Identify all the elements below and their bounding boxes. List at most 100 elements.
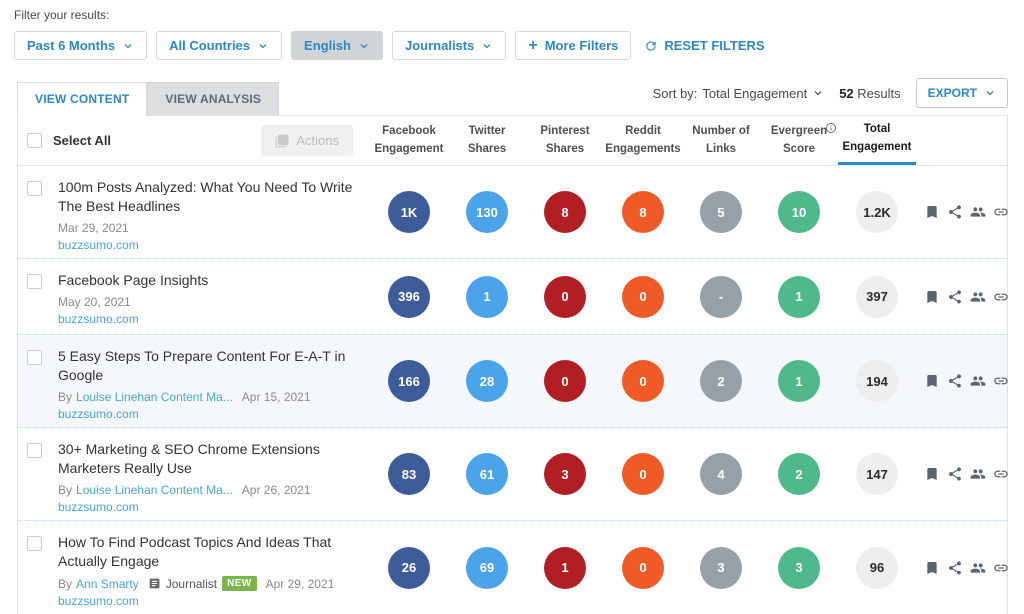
result-title[interactable]: 5 Easy Steps To Prepare Content For E-A-… — [58, 347, 358, 385]
reset-filters-label: RESET FILTERS — [664, 38, 764, 53]
link-icon[interactable] — [993, 466, 1009, 482]
bookmark-icon[interactable] — [924, 289, 940, 305]
row-checkbox[interactable] — [27, 181, 42, 196]
result-title[interactable]: 30+ Marketing & SEO Chrome Extensions Ma… — [58, 440, 358, 478]
audience-icon[interactable] — [970, 289, 986, 305]
total-engagement-circle: 194 — [856, 360, 898, 402]
share-icon[interactable] — [947, 289, 963, 305]
column-header-total-engagement[interactable]: TotalEngagement — [838, 116, 916, 165]
row-checkbox[interactable] — [27, 443, 42, 458]
link-icon[interactable] — [993, 289, 1009, 305]
total-engagement-circle: 1.2K — [856, 191, 898, 233]
export-button[interactable]: EXPORT — [916, 78, 1008, 108]
reddit-engagements-circle: 0 — [622, 547, 664, 589]
result-title[interactable]: Facebook Page Insights — [58, 271, 358, 290]
results-panel: Select All Actions FacebookEngagement Tw… — [17, 115, 1008, 614]
language-filter-label: English — [304, 38, 351, 53]
country-filter[interactable]: All Countries — [156, 31, 282, 60]
row-metrics: 396100-1397 — [370, 259, 916, 334]
column-header-facebook-engagement[interactable]: FacebookEngagement — [370, 116, 448, 165]
byline-prefix: By — [58, 483, 72, 497]
country-filter-label: All Countries — [169, 38, 250, 53]
journalists-filter[interactable]: Journalists — [392, 31, 506, 60]
table-header: Select All Actions FacebookEngagement Tw… — [18, 116, 1007, 166]
row-checkbox[interactable] — [27, 350, 42, 365]
result-title[interactable]: How To Find Podcast Topics And Ideas Tha… — [58, 533, 358, 571]
chevron-down-icon — [358, 40, 370, 52]
audience-icon[interactable] — [970, 466, 986, 482]
plus-icon: + — [528, 41, 537, 51]
reset-filters-button[interactable]: RESET FILTERS — [640, 32, 768, 59]
share-icon[interactable] — [947, 560, 963, 576]
select-all-checkbox[interactable] — [27, 133, 42, 148]
evergreen-score-circle: 3 — [778, 547, 820, 589]
total-engagement-circle: 397 — [856, 276, 898, 318]
byline-prefix: By — [58, 390, 72, 404]
select-all[interactable]: Select All — [27, 133, 111, 148]
evergreen-score-circle: 2 — [778, 453, 820, 495]
result-title[interactable]: 100m Posts Analyzed: What You Need To Wr… — [58, 178, 358, 216]
link-icon[interactable] — [993, 204, 1009, 220]
share-icon[interactable] — [947, 466, 963, 482]
pinterest-shares-circle: 0 — [544, 360, 586, 402]
facebook-engagement-circle: 1K — [388, 191, 430, 233]
pinterest-shares-circle: 3 — [544, 453, 586, 495]
byline-author: By Louise Linehan Content Ma... — [58, 390, 233, 404]
share-icon[interactable] — [947, 204, 963, 220]
row-checkbox[interactable] — [27, 274, 42, 289]
number-of-links-circle: 4 — [700, 453, 742, 495]
tab-view-analysis[interactable]: VIEW ANALYSIS — [147, 82, 279, 115]
column-header-twitter-shares[interactable]: TwitterShares — [448, 116, 526, 165]
bookmark-icon[interactable] — [924, 373, 940, 389]
bookmark-icon[interactable] — [924, 466, 940, 482]
chevron-down-icon — [481, 40, 493, 52]
filter-results-label: Filter your results: — [14, 8, 1008, 22]
sort-by-label: Sort by: — [653, 86, 698, 101]
sort-by-dropdown[interactable]: Sort by: Total Engagement — [653, 86, 825, 101]
result-domain-link[interactable]: buzzsumo.com — [58, 312, 139, 326]
results-count-number: 52 — [839, 86, 853, 101]
number-of-links-circle: 2 — [700, 360, 742, 402]
number-of-links-circle: - — [700, 276, 742, 318]
journalists-filter-label: Journalists — [405, 38, 474, 53]
bookmark-icon[interactable] — [924, 204, 940, 220]
result-domain-link[interactable]: buzzsumo.com — [58, 594, 139, 608]
evergreen-score-circle: 1 — [778, 360, 820, 402]
tab-view-content[interactable]: VIEW CONTENT — [17, 82, 147, 116]
language-filter[interactable]: English — [291, 31, 383, 60]
row-metrics: 83613042147 — [370, 428, 916, 520]
column-header-reddit-engagements[interactable]: RedditEngagements — [604, 116, 682, 165]
results-list: 100m Posts Analyzed: What You Need To Wr… — [18, 166, 1007, 614]
date-range-filter-label: Past 6 Months — [27, 38, 115, 53]
audience-icon[interactable] — [970, 373, 986, 389]
result-date: Apr 26, 2021 — [242, 483, 311, 497]
select-all-label: Select All — [53, 133, 111, 148]
result-domain-link[interactable]: buzzsumo.com — [58, 407, 139, 421]
row-metrics: 2669103396 — [370, 521, 916, 614]
audience-icon[interactable] — [970, 560, 986, 576]
pinterest-shares-circle: 8 — [544, 191, 586, 233]
column-header-number-of-links[interactable]: Number ofLinks — [682, 116, 760, 165]
link-icon[interactable] — [993, 560, 1009, 576]
result-domain-link[interactable]: buzzsumo.com — [58, 238, 139, 252]
info-icon[interactable] — [825, 122, 837, 134]
column-header-pinterest-shares[interactable]: PinterestShares — [526, 116, 604, 165]
author-link[interactable]: Louise Linehan Content Ma... — [76, 390, 233, 404]
result-domain-link[interactable]: buzzsumo.com — [58, 500, 139, 514]
result-date: May 20, 2021 — [58, 295, 131, 309]
table-row: 5 Easy Steps To Prepare Content For E-A-… — [18, 334, 1007, 427]
more-filters-button[interactable]: + More Filters — [515, 31, 631, 60]
row-checkbox[interactable] — [27, 536, 42, 551]
date-range-filter[interactable]: Past 6 Months — [14, 31, 147, 60]
link-icon[interactable] — [993, 373, 1009, 389]
column-header-evergreen-score[interactable]: EvergreenScore — [760, 116, 838, 165]
row-metrics: 1K130885101.2K — [370, 166, 916, 258]
audience-icon[interactable] — [970, 204, 986, 220]
total-engagement-circle: 96 — [856, 547, 898, 589]
more-filters-label: More Filters — [545, 38, 619, 53]
share-icon[interactable] — [947, 373, 963, 389]
author-link[interactable]: Louise Linehan Content Ma... — [76, 483, 233, 497]
reddit-engagements-circle: 8 — [622, 191, 664, 233]
bookmark-icon[interactable] — [924, 560, 940, 576]
actions-button[interactable]: Actions — [261, 125, 353, 156]
